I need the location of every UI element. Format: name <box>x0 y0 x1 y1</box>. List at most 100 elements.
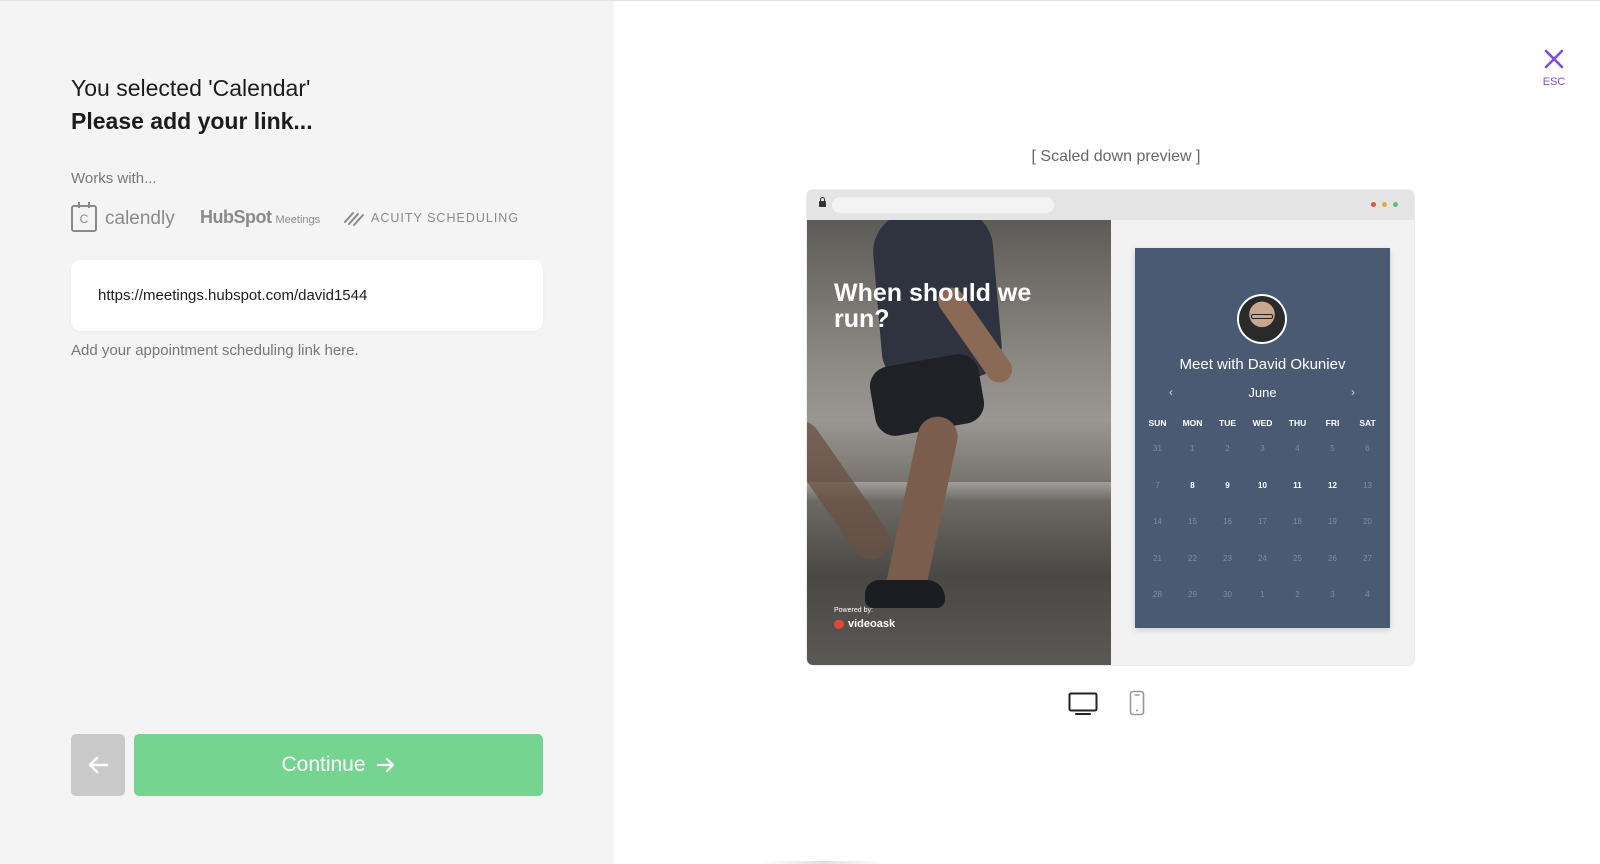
available-day[interactable]: 10 <box>1245 481 1280 518</box>
calendar-day: 6 <box>1365 444 1370 453</box>
acuity-icon <box>344 212 364 226</box>
calendar-week-row: 28 29 30 1 2 3 4 <box>1140 590 1385 627</box>
powered-by-label: Powered by: <box>834 607 873 614</box>
calendar-day: 31 <box>1153 444 1162 453</box>
continue-button[interactable]: Continue <box>134 734 543 796</box>
calendar-day: 14 <box>1153 517 1162 527</box>
calendar-day: 1 <box>1190 444 1195 453</box>
calendar-day: 18 <box>1293 517 1302 527</box>
calendar-day: 30 <box>1223 590 1232 600</box>
runner-front-leg <box>882 412 962 608</box>
calendar-day: 2 <box>1295 590 1300 600</box>
back-button[interactable] <box>71 734 125 796</box>
video-preview: When should we run? Powered by: videoask <box>807 220 1111 665</box>
address-bar <box>832 197 1054 213</box>
lock-icon <box>819 197 826 207</box>
calendar-day: 15 <box>1188 517 1197 527</box>
weekday-header: SUN <box>1148 418 1167 428</box>
preview-frame: When should we run? Powered by: videoask… <box>807 190 1414 665</box>
calendar-day: 17 <box>1258 517 1267 527</box>
calendar-day: 25 <box>1293 553 1302 563</box>
calendar-day: 5 <box>1330 444 1335 453</box>
calendar-day: 13 <box>1363 480 1372 490</box>
browser-bar <box>807 190 1414 220</box>
calendar-day: 29 <box>1188 590 1197 600</box>
close-button[interactable]: ESC <box>1534 48 1574 88</box>
link-helper-text: Add your appointment scheduling link her… <box>71 342 359 359</box>
weekday-header: MON <box>1182 418 1203 428</box>
left-panel: You selected 'Calendar' Please add your … <box>0 0 614 864</box>
calendar-day: 4 <box>1295 444 1300 453</box>
glasses-icon <box>1251 314 1273 319</box>
calendar-week-row: 21 22 23 24 25 26 27 <box>1140 554 1385 591</box>
meeting-title: Meet with David Okuniev <box>1179 356 1346 373</box>
close-icon <box>1544 49 1564 69</box>
calendar-card: Meet with David Okuniev ‹ June › SUN MON T… <box>1135 248 1390 628</box>
calendar-day: 7 <box>1155 480 1160 490</box>
calendar-day: 3 <box>1260 444 1265 453</box>
available-day[interactable]: 9 <box>1210 481 1245 518</box>
mobile-view-button[interactable] <box>1129 690 1145 721</box>
calendly-wordmark: calendly <box>105 207 175 229</box>
calendar-day: 22 <box>1188 553 1197 563</box>
calendar-grid: 31 1 2 3 4 5 6 7 8 9 10 11 12 13 14 15 16 17 18 19 20 21 22 23 2… <box>1135 444 1390 627</box>
calendar-day: 23 <box>1223 553 1232 563</box>
selected-type-text: You selected 'Calendar' <box>71 75 311 101</box>
calendar-day: 27 <box>1363 553 1372 563</box>
calendar-week-row: 31 1 2 3 4 5 6 <box>1140 444 1385 481</box>
calendar-day: 21 <box>1153 553 1162 563</box>
hubspot-wordmark: HubSpot <box>200 207 272 227</box>
avatar <box>1237 294 1287 344</box>
weekday-header: THU <box>1288 418 1307 428</box>
runner-shoe <box>865 580 945 608</box>
page-title: Please add your link... <box>71 108 313 134</box>
calendar-day: 24 <box>1258 553 1267 563</box>
calendar-day: 16 <box>1223 517 1232 527</box>
acuity-wordmark: ACUITY SCHEDULING <box>371 211 520 225</box>
calendar-day: 20 <box>1363 517 1372 527</box>
calendar-day: 4 <box>1365 590 1370 600</box>
integration-logos: C calendly HubSpot Meetings ACUITY SCHEDU… <box>71 202 551 237</box>
calendly-icon: C <box>71 202 97 232</box>
calendar-day: 26 <box>1328 553 1337 563</box>
calendar-day: 3 <box>1330 590 1335 600</box>
arrow-left-icon <box>88 756 109 774</box>
esc-label: ESC <box>1542 76 1566 88</box>
continue-label: Continue <box>281 753 366 776</box>
desktop-view-button[interactable] <box>1068 692 1098 721</box>
calendar-day: 28 <box>1153 590 1162 600</box>
weekday-header: SAT <box>1359 418 1376 428</box>
available-day[interactable]: 8 <box>1175 481 1210 518</box>
hubspot-logo: HubSpot Meetings <box>200 207 320 228</box>
window-dot-red <box>1371 202 1376 207</box>
calendar-day: 19 <box>1328 517 1337 527</box>
videoask-icon <box>834 619 844 629</box>
available-day[interactable]: 12 <box>1315 481 1350 518</box>
preview-label: [ Scaled down preview ] <box>1031 148 1201 165</box>
works-with-label: Works with... <box>71 170 157 187</box>
month-navigation: ‹ June › <box>1135 385 1390 401</box>
avatar-photo <box>1239 296 1285 342</box>
scheduling-link-input[interactable] <box>71 260 543 331</box>
weekday-header: WED <box>1252 418 1273 428</box>
window-dot-yellow <box>1382 202 1387 207</box>
arrow-right-icon <box>376 757 394 773</box>
next-month-icon[interactable]: › <box>1351 385 1355 399</box>
mobile-icon <box>1129 690 1145 716</box>
calendar-day: 2 <box>1225 444 1230 453</box>
window-dot-green <box>1393 202 1398 207</box>
available-day[interactable]: 11 <box>1280 481 1315 518</box>
video-question: When should we run? <box>834 279 1032 333</box>
calendly-logo: C calendly <box>71 202 175 232</box>
calendar-week-row: 14 15 16 17 18 19 20 <box>1140 517 1385 554</box>
calendar-week-row: 7 8 9 10 11 12 13 <box>1140 481 1385 518</box>
weekday-header: TUE <box>1219 418 1236 428</box>
weekday-headers: SUN MON TUE WED THU FRI SAT <box>1135 418 1390 428</box>
calendar-day: 1 <box>1260 590 1265 600</box>
videoask-wordmark: videoask <box>848 618 896 630</box>
hubspot-meetings-label: Meetings <box>275 214 321 226</box>
weekday-header: FRI <box>1325 418 1340 428</box>
videoask-logo: videoask <box>834 618 895 630</box>
desktop-icon <box>1068 692 1098 715</box>
acuity-logo: ACUITY SCHEDULING <box>343 210 519 226</box>
